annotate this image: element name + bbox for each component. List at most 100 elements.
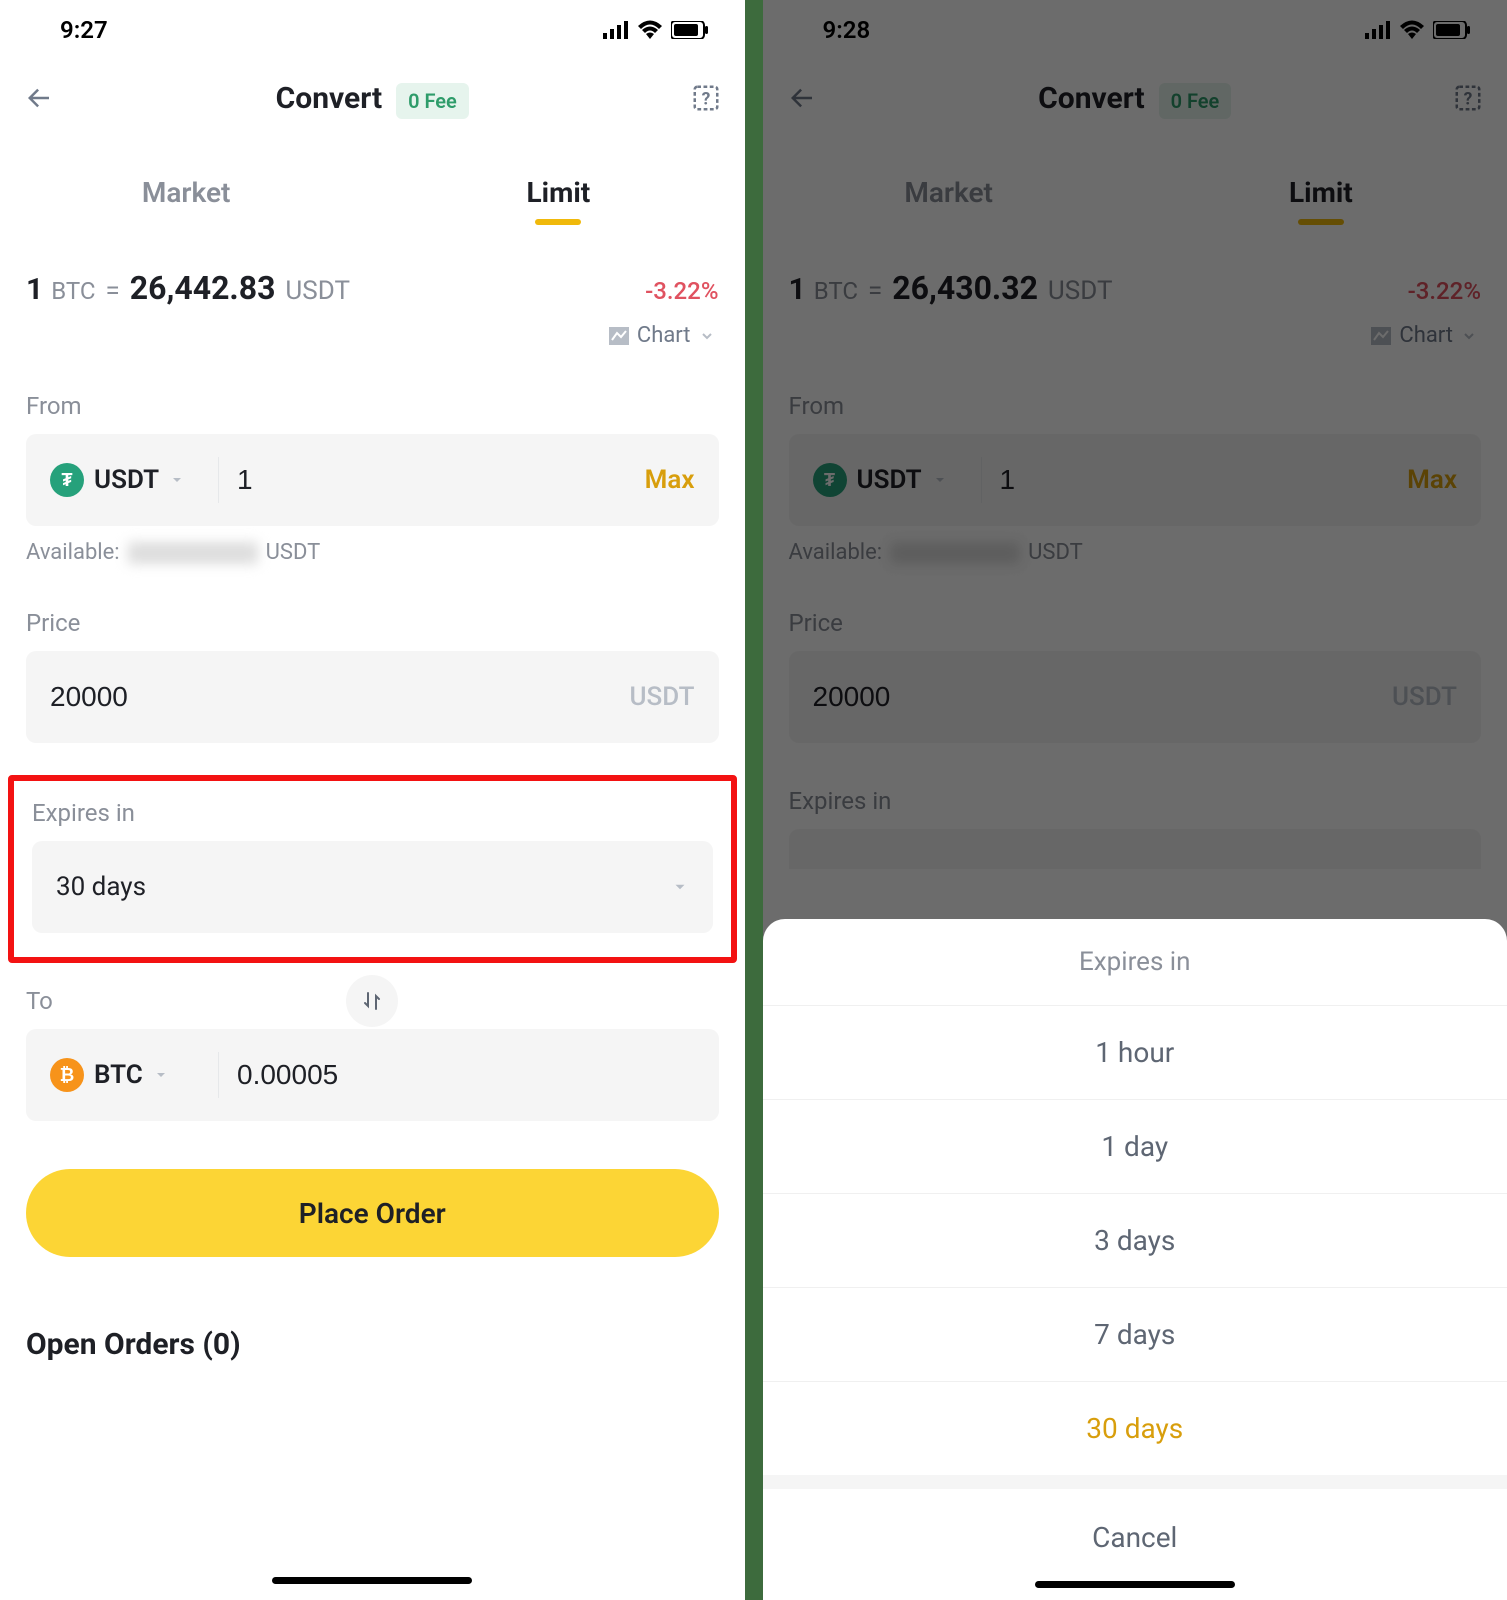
price-quote-symbol: USDT <box>1048 276 1113 306</box>
chart-icon <box>1371 327 1391 345</box>
expires-option-7d[interactable]: 7 days <box>763 1287 1507 1381</box>
order-type-tabs: Market Limit <box>763 166 1507 219</box>
expires-option-1d[interactable]: 1 day <box>763 1099 1507 1193</box>
expires-label: Expires in <box>789 787 1482 815</box>
usdt-icon: ₮ <box>813 463 847 497</box>
to-input-row: ₿ BTC <box>26 1029 719 1121</box>
chart-toggle-label: Chart <box>637 323 691 348</box>
price-input[interactable] <box>50 681 612 713</box>
from-input-row: ₮ USDT Max <box>26 434 719 526</box>
chart-icon <box>609 327 629 345</box>
swap-icon <box>360 989 384 1013</box>
price-input[interactable] <box>813 681 1375 713</box>
from-coin-selector[interactable]: ₮ USDT <box>813 463 963 497</box>
available-unit: USDT <box>266 540 321 565</box>
available-label: Available: <box>26 540 120 565</box>
wifi-icon <box>1399 20 1425 40</box>
price-change: -3.22% <box>645 277 718 305</box>
tab-market[interactable]: Market <box>763 166 1135 219</box>
price-value: 26,442.83 <box>130 269 276 307</box>
to-amount-input[interactable] <box>237 1059 695 1091</box>
price-unit: USDT <box>1392 682 1457 712</box>
price-unit: USDT <box>630 682 695 712</box>
divider <box>218 1052 219 1098</box>
open-orders-heading: Open Orders (0) <box>0 1257 745 1362</box>
chevron-down-icon <box>153 1067 169 1083</box>
status-bar: 9:27 <box>0 0 745 60</box>
from-coin-symbol: USDT <box>94 465 159 495</box>
from-label: From <box>26 392 719 420</box>
price-equals: = <box>105 276 119 306</box>
from-coin-symbol: USDT <box>857 465 922 495</box>
expires-option-1h[interactable]: 1 hour <box>763 1005 1507 1099</box>
expires-section-highlight: Expires in 30 days <box>8 775 737 963</box>
order-type-tabs: Market Limit <box>0 166 745 219</box>
max-button[interactable]: Max <box>645 465 695 495</box>
usdt-icon: ₮ <box>50 463 84 497</box>
expires-option-30d[interactable]: 30 days <box>763 1381 1507 1475</box>
to-coin-selector[interactable]: ₿ BTC <box>50 1058 200 1092</box>
tab-market[interactable]: Market <box>0 166 372 219</box>
available-amount-redacted <box>890 542 1020 564</box>
battery-icon <box>671 21 709 39</box>
chevron-down-icon <box>699 328 715 344</box>
from-amount-input[interactable] <box>1000 464 1390 496</box>
sheet-title: Expires in <box>763 919 1507 1005</box>
price-base-symbol: BTC <box>814 277 858 305</box>
chevron-down-icon <box>1461 328 1477 344</box>
available-unit: USDT <box>1028 540 1083 565</box>
price-change: -3.22% <box>1408 277 1481 305</box>
chevron-down-icon <box>932 472 948 488</box>
back-icon[interactable] <box>787 83 817 117</box>
expires-selector[interactable]: 30 days <box>32 841 713 933</box>
chevron-down-icon <box>671 878 689 896</box>
tab-limit[interactable]: Limit <box>1135 166 1507 219</box>
available-balance: Available: USDT <box>0 526 745 565</box>
fee-badge: 0 Fee <box>1159 83 1232 119</box>
tab-limit[interactable]: Limit <box>372 166 744 219</box>
available-label: Available: <box>789 540 883 565</box>
cellular-icon <box>603 21 629 39</box>
available-amount-redacted <box>128 542 258 564</box>
from-label: From <box>789 392 1482 420</box>
to-coin-symbol: BTC <box>94 1060 143 1090</box>
help-icon[interactable]: ? <box>691 83 721 117</box>
from-amount-input[interactable] <box>237 464 627 496</box>
price-label: Price <box>26 609 719 637</box>
app-header: Convert 0 Fee ? <box>0 60 745 140</box>
page-title: Convert <box>1038 81 1144 116</box>
expires-value: 30 days <box>56 872 146 902</box>
app-header: Convert 0 Fee ? <box>763 60 1507 140</box>
price-one: 1 <box>789 272 806 307</box>
price-display: 1 BTC = 26,430.32 USDT -3.22% <box>763 219 1507 307</box>
swap-button[interactable] <box>346 975 398 1027</box>
back-icon[interactable] <box>24 83 54 117</box>
max-button[interactable]: Max <box>1407 465 1457 495</box>
to-label: To <box>26 987 53 1015</box>
battery-icon <box>1433 21 1471 39</box>
price-label: Price <box>789 609 1482 637</box>
home-indicator[interactable] <box>272 1577 472 1584</box>
from-coin-selector[interactable]: ₮ USDT <box>50 463 200 497</box>
expires-option-3d[interactable]: 3 days <box>763 1193 1507 1287</box>
page-title: Convert <box>276 81 382 116</box>
divider <box>981 457 982 503</box>
price-base-symbol: BTC <box>51 277 95 305</box>
place-order-button[interactable]: Place Order <box>26 1169 719 1257</box>
svg-text:?: ? <box>701 89 710 109</box>
to-section-header: To <box>0 963 745 1015</box>
cellular-icon <box>1365 21 1391 39</box>
price-one: 1 <box>26 272 43 307</box>
price-display: 1 BTC = 26,442.83 USDT -3.22% <box>0 219 745 307</box>
home-indicator[interactable] <box>1035 1581 1235 1588</box>
wifi-icon <box>637 20 663 40</box>
fee-badge: 0 Fee <box>396 83 469 119</box>
help-icon[interactable]: ? <box>1453 83 1483 117</box>
chart-toggle[interactable]: Chart <box>0 307 745 348</box>
price-equals: = <box>868 276 882 306</box>
expires-selector[interactable] <box>789 829 1482 869</box>
price-input-row: USDT <box>26 651 719 743</box>
expires-bottom-sheet: Expires in 1 hour 1 day 3 days 7 days 30… <box>763 919 1507 1600</box>
chart-toggle[interactable]: Chart <box>763 307 1507 348</box>
status-time: 9:27 <box>60 16 108 44</box>
